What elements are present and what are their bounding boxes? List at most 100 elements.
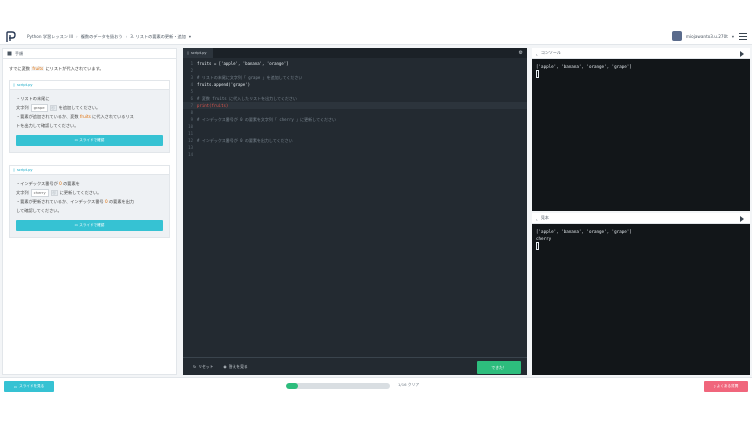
eye-icon: ◉ [223, 363, 227, 369]
code-line: 13 [183, 144, 527, 151]
task-line: 文字列 cherry ⓒ に更新してください。 [16, 188, 163, 197]
slide-check-button[interactable]: ▭ スライドで確認 [16, 220, 163, 231]
play-icon[interactable] [740, 51, 744, 57]
line-number: 2 [190, 68, 193, 73]
faq-label: よくある質問 [716, 384, 739, 388]
reset-label: リセット [198, 363, 214, 369]
intro-variable: fruits [31, 66, 45, 71]
task-text: ・要素が更新されているか、インデックス番号 [16, 199, 105, 204]
task-text: ・インデックス番号が [16, 181, 60, 186]
breadcrumb-course[interactable]: Python 学習レッスン III [27, 34, 73, 40]
book-icon [7, 51, 12, 57]
line-number: 3 [190, 75, 193, 80]
line-number: 10 [188, 124, 193, 129]
task-text: に代入されているリス [90, 114, 134, 119]
submit-button[interactable]: できた！ [477, 361, 521, 374]
task-line: 文字列 grape ⓒ を追加してください。 [16, 103, 163, 112]
task-text: 文字列 [16, 190, 29, 195]
sample-panel: ⌞ 見本 ['apple', 'banana', 'orange', 'grap… [532, 213, 750, 375]
copy-icon[interactable]: ⓒ [50, 189, 58, 196]
string-chip: cherry [30, 188, 49, 197]
slide-check-label: スライドで確認 [79, 138, 105, 142]
sample-title: 見本 [540, 215, 549, 220]
code-comment: # インデックス番号が 0 の要素を出力してください [197, 138, 293, 143]
tab-script-py[interactable]: ▯ script.py [183, 48, 213, 58]
slide-check-label: スライドで確認 [79, 223, 105, 227]
terminal-icon: ⌞ [536, 50, 538, 56]
task-line: ・リストの末尾に [16, 96, 50, 101]
code-line: 1 fruits = ['apple', 'banana', 'orange'] [183, 60, 527, 67]
progress-text: 1/16 クリア [398, 382, 420, 387]
line-number: 14 [188, 152, 193, 157]
task-text: を追加してください。 [58, 105, 101, 110]
line-number: 6 [190, 96, 193, 101]
line-number: 7 [190, 103, 193, 108]
user-menu[interactable]: miojawanto3.u.270t ▾ [671, 31, 734, 41]
progate-logo-icon[interactable] [3, 30, 19, 44]
code-line: 6 # 変数 fruits に代入したリストを出力してください [183, 95, 527, 102]
task-line: ・インデックス番号が 0 の要素を [16, 179, 163, 188]
editor-tab-label: script.py [190, 51, 207, 55]
sample-cursor [536, 242, 539, 250]
show-answer-button[interactable]: ◉ 答えを見る [223, 364, 247, 370]
editor-footer: ↻ リセット ◉ 答えを見る できた！ [183, 357, 527, 375]
code-line: 10 [183, 123, 527, 130]
code-line: 11 [183, 130, 527, 137]
breadcrumb-chapter[interactable]: 複数のデータを扱おう [81, 34, 123, 40]
task-text: の要素を出力 [107, 199, 135, 204]
hamburger-menu-icon[interactable] [739, 33, 747, 40]
terminal-icon: ⌞ [536, 215, 538, 221]
task-text: の要素を [61, 181, 80, 186]
line-number: 9 [190, 117, 193, 122]
code-text: fruits = ['apple', 'banana', 'orange'] [197, 61, 289, 66]
bottom-bar: ▭ スライドを見る 1/16 クリア ? よくある質問 [0, 377, 752, 395]
breadcrumb-separator: › [125, 34, 128, 39]
view-slides-button[interactable]: ▭ スライドを見る [4, 381, 54, 392]
console-output-line: ['apple', 'banana', 'orange', 'grape'] [536, 64, 632, 69]
line-number: 4 [190, 82, 193, 87]
code-line: 3 # リストの末尾に文字列「 grape 」を追加してください [183, 74, 527, 81]
console-cursor [536, 70, 539, 78]
console-panel: ⌞ コンソール ['apple', 'banana', 'orange', 'g… [532, 48, 750, 211]
instructions-header: 手順 [3, 49, 176, 59]
code-comment: # 変数 fruits に代入したリストを出力してください [197, 96, 297, 101]
line-number: 13 [188, 145, 193, 150]
task-file-name: script.py [16, 168, 33, 172]
breadcrumb-lesson[interactable]: 3. リストの要素の更新・追加 [130, 34, 186, 40]
task-card-1: ▯ script.py ・リストの末尾に 文字列 grape ⓒ を追加してくだ… [9, 80, 170, 153]
play-icon[interactable] [740, 216, 744, 222]
task-card-header: ▯ script.py [10, 166, 169, 175]
breadcrumb: Python 学習レッスン III › 複数のデータを扱おう › 3. リストの… [27, 34, 191, 40]
code-line: 9 # インデックス番号が 0 の要素を文字列「 cherry 」に更新してくださ… [183, 116, 527, 123]
code-area[interactable]: 1 fruits = ['apple', 'banana', 'orange'] … [183, 60, 527, 158]
code-editor[interactable]: ▯ script.py ⚙ 1 fruits = ['apple', 'banan… [183, 48, 527, 375]
lesson-progress-bar [286, 383, 390, 389]
chevron-down-icon[interactable]: ▾ [189, 34, 191, 39]
code-line: 2 [183, 67, 527, 74]
line-number: 8 [190, 110, 193, 115]
code-line: 8 [183, 109, 527, 116]
instructions-panel: 手順 すでに変数 fruits にリストが代入されています。 ▯ script.… [2, 48, 177, 375]
intro-text-a: すでに変数 [9, 66, 32, 71]
task-variable: fruits [79, 114, 91, 119]
code-comment: # インデックス番号が 0 の要素を文字列「 cherry 」に更新してください [197, 117, 336, 122]
console-output: ['apple', 'banana', 'orange', 'grape'] [532, 59, 750, 84]
copy-icon[interactable]: ⓒ [49, 104, 57, 111]
line-number: 11 [188, 131, 193, 136]
chevron-down-icon: ▾ [731, 33, 734, 39]
sample-header: ⌞ 見本 [532, 213, 750, 224]
code-line: 12 # インデックス番号が 0 の要素を出力してください [183, 137, 527, 144]
task-line: ・要素が更新されているか、インデックス番号 0 の要素を出力 [16, 197, 163, 206]
faq-button[interactable]: ? よくある質問 [704, 381, 748, 392]
gear-icon[interactable]: ⚙ [519, 50, 523, 56]
task-card-header: ▯ script.py [10, 81, 169, 90]
task-line: ・要素が追加されているか、変数 fruits に代入されているリス [16, 112, 163, 121]
intro-text-b: にリストが代入されています。 [44, 66, 104, 71]
line-number: 1 [190, 61, 193, 66]
view-slides-label: スライドを見る [19, 384, 45, 388]
editor-tabs: ▯ script.py [183, 48, 527, 58]
reset-button[interactable]: ↻ リセット [193, 364, 213, 370]
code-comment: # リストの末尾に文字列「 grape 」を追加してください [197, 75, 303, 80]
file-icon: ▯ [187, 51, 189, 55]
slide-check-button[interactable]: ▭ スライドで確認 [16, 135, 163, 146]
